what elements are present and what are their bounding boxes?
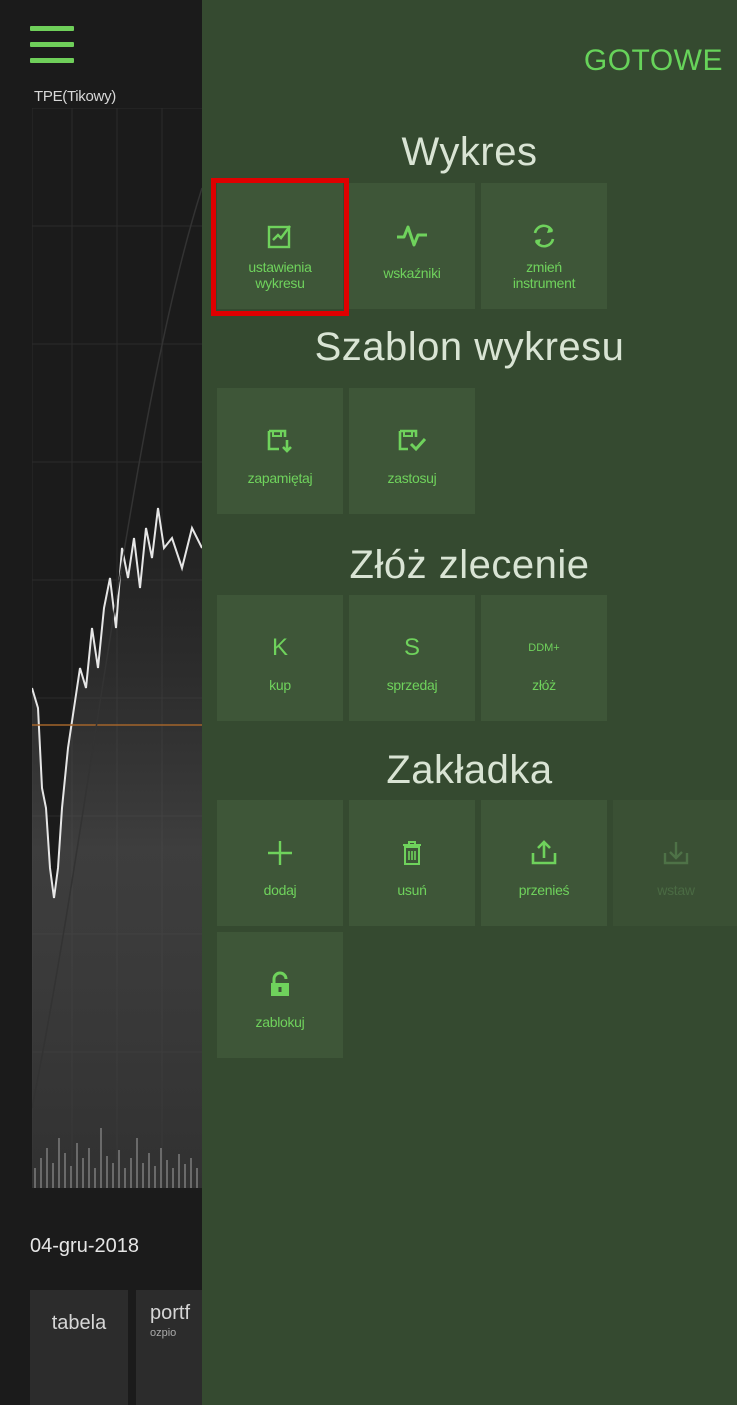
save-template-button[interactable]: zapamiętaj: [217, 388, 343, 514]
change-instrument-button[interactable]: zmień instrument: [481, 183, 607, 309]
hamburger-menu-icon[interactable]: [30, 26, 74, 64]
lock-tab-button[interactable]: zablokuj: [217, 932, 343, 1058]
upload-icon: [481, 838, 607, 868]
section-title-zakladka: Zakładka: [386, 748, 553, 792]
insert-tab-button[interactable]: wstaw: [613, 800, 737, 926]
delete-tab-label: usuń: [397, 882, 427, 898]
done-button[interactable]: GOTOWE: [584, 44, 723, 78]
chart-date-label: 04-gru-2018: [30, 1235, 139, 1257]
chart-settings-label: ustawienia wykresu: [248, 259, 312, 291]
price-chart-graphic: [32, 108, 202, 1188]
apply-template-button[interactable]: zastosuj: [349, 388, 475, 514]
buy-label: kup: [269, 677, 291, 693]
chart-pane: TPE(Tikowy) 04-gru-2018 tabela portf ozp…: [0, 0, 202, 1405]
add-tab-label: dodaj: [263, 882, 297, 898]
chart-menu-panel: GOTOWE Wykres ustawienia wykresu wskaźnik…: [202, 0, 737, 1405]
refresh-icon: [481, 221, 607, 251]
ddm-glyph: DDM+: [528, 642, 560, 654]
buy-glyph: K: [271, 634, 288, 661]
section-title-zlecenie: Złóż zlecenie: [349, 543, 590, 587]
tab-portfel-sublabel: ozpio: [150, 1327, 177, 1339]
trash-icon: [349, 838, 475, 868]
plus-icon: [217, 838, 343, 868]
chart-settings-button[interactable]: ustawienia wykresu: [217, 183, 343, 309]
buy-button[interactable]: K kup: [217, 595, 343, 721]
move-tab-label: przenieś: [518, 882, 570, 898]
lock-icon: [217, 970, 343, 1000]
instrument-label: TPE(Tikowy): [34, 88, 116, 105]
download-icon: [613, 838, 737, 868]
sell-button[interactable]: S sprzedaj: [349, 595, 475, 721]
change-instrument-label: zmień instrument: [512, 259, 576, 291]
price-chart[interactable]: [32, 108, 202, 1188]
place-order-button[interactable]: DDM+ złóż: [481, 595, 607, 721]
tab-portfel-label: portf: [150, 1302, 191, 1324]
chart-settings-icon: [217, 221, 343, 251]
save-template-icon: [217, 426, 343, 456]
insert-tab-label: wstaw: [657, 882, 695, 898]
apply-template-label: zastosuj: [387, 470, 437, 486]
place-order-label: złóż: [532, 677, 556, 693]
buy-glyph-wrap: K: [217, 633, 343, 663]
ddm-glyph-wrap: DDM+: [481, 633, 607, 663]
section-title-wykres: Wykres: [401, 130, 538, 174]
indicators-button[interactable]: wskaźniki: [349, 183, 475, 309]
tab-tabela[interactable]: tabela: [30, 1290, 128, 1405]
pulse-icon: [349, 221, 475, 251]
save-template-label: zapamiętaj: [247, 470, 313, 486]
tab-portfel[interactable]: portf ozpio: [136, 1290, 202, 1405]
sell-glyph: S: [403, 634, 420, 661]
add-tab-button[interactable]: dodaj: [217, 800, 343, 926]
sell-glyph-wrap: S: [349, 633, 475, 663]
lock-tab-label: zablokuj: [255, 1014, 305, 1030]
indicators-label: wskaźniki: [383, 265, 441, 281]
apply-template-icon: [349, 426, 475, 456]
section-title-szablon: Szablon wykresu: [314, 325, 625, 369]
move-tab-button[interactable]: przenieś: [481, 800, 607, 926]
delete-tab-button[interactable]: usuń: [349, 800, 475, 926]
sell-label: sprzedaj: [386, 677, 438, 693]
